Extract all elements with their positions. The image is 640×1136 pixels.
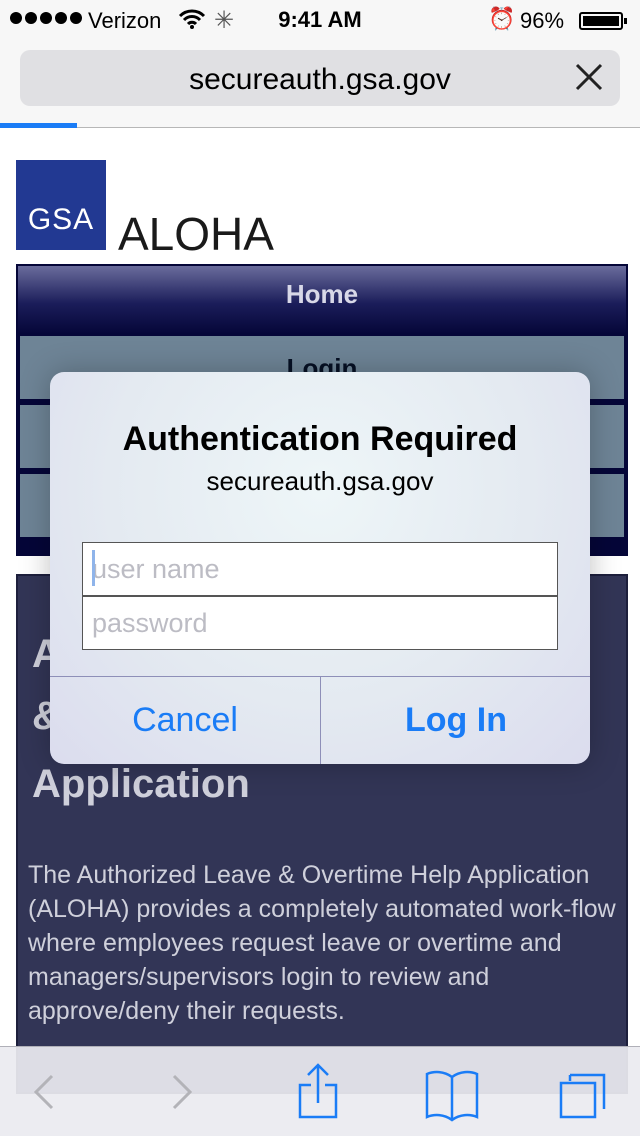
address-bar[interactable]: secureauth.gsa.gov: [20, 50, 620, 106]
username-input[interactable]: [82, 542, 558, 596]
bookmarks-button[interactable]: [422, 1047, 482, 1136]
battery-percent: 96%: [520, 8, 565, 33]
cancel-button[interactable]: Cancel: [50, 677, 320, 764]
gsa-logo[interactable]: GSA: [16, 160, 106, 250]
app-title: ALOHA: [118, 208, 274, 260]
tabs-button[interactable]: [556, 1047, 612, 1136]
stop-loading-button[interactable]: [568, 56, 610, 98]
back-icon: [33, 1074, 54, 1110]
share-icon: [298, 1063, 338, 1119]
forward-button[interactable]: [160, 1047, 204, 1136]
text-cursor: [92, 550, 95, 586]
content-description: The Authorized Leave & Overtime Help App…: [28, 861, 616, 1025]
log-in-button[interactable]: Log In: [321, 677, 590, 764]
authentication-dialog: Authentication Required secureauth.gsa.g…: [50, 372, 590, 764]
browser-toolbar: [0, 1046, 640, 1136]
status-bar: Verizon ✳ 9:41 AM ⏰ 96%: [0, 0, 640, 40]
forward-icon: [172, 1074, 193, 1110]
browser-address-area: secureauth.gsa.gov: [0, 40, 640, 128]
close-icon: [575, 63, 603, 91]
bookmarks-icon: [425, 1070, 479, 1122]
alarm-clock-icon: ⏰: [488, 6, 516, 31]
back-button[interactable]: [22, 1047, 66, 1136]
page-load-progress-bar: [0, 123, 77, 128]
dialog-title: Authentication Required: [122, 420, 518, 458]
password-input[interactable]: [82, 596, 558, 650]
battery-icon: [579, 12, 627, 30]
address-bar-url[interactable]: secureauth.gsa.gov: [20, 63, 620, 97]
share-button[interactable]: [292, 1047, 344, 1136]
content-heading: Application: [32, 762, 250, 806]
tabs-icon: [559, 1073, 606, 1119]
nav-item-home[interactable]: Home: [18, 266, 626, 334]
dialog-host: secureauth.gsa.gov: [206, 466, 434, 496]
